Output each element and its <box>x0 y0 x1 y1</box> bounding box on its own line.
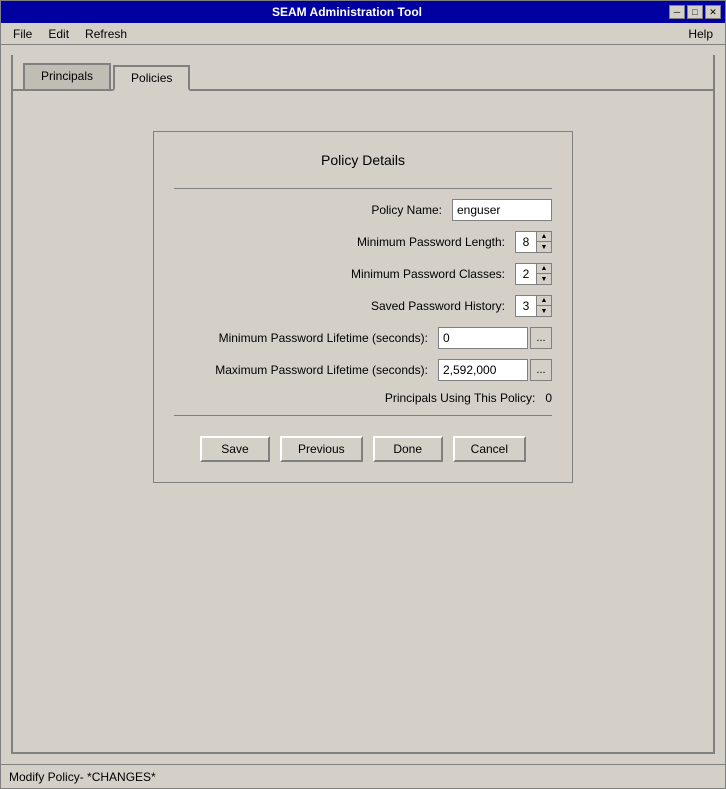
min-password-length-down[interactable]: ▼ <box>537 242 551 252</box>
app-icon <box>5 4 21 20</box>
policy-name-input[interactable] <box>452 199 552 221</box>
min-password-lifetime-row: Minimum Password Lifetime (seconds): ... <box>174 327 552 349</box>
saved-password-history-label: Saved Password History: <box>174 299 515 313</box>
min-password-classes-label: Minimum Password Classes: <box>174 267 515 281</box>
min-password-length-up[interactable]: ▲ <box>537 232 551 242</box>
menu-bar: File Edit Refresh Help <box>1 23 725 45</box>
saved-password-history-value: 3 <box>516 297 536 315</box>
policy-name-row: Policy Name: <box>174 199 552 221</box>
main-content: Principals Policies Policy Details Polic… <box>1 45 725 764</box>
tabs-container: Principals Policies Policy Details Polic… <box>11 55 715 754</box>
divider-bottom <box>174 415 552 416</box>
main-window: SEAM Administration Tool ─ □ ✕ File Edit… <box>0 0 726 789</box>
max-password-lifetime-row: Maximum Password Lifetime (seconds): ... <box>174 359 552 381</box>
done-button[interactable]: Done <box>373 436 443 462</box>
status-text: Modify Policy- *CHANGES* <box>9 770 156 784</box>
min-password-length-label: Minimum Password Length: <box>174 235 515 249</box>
saved-password-history-up[interactable]: ▲ <box>537 296 551 306</box>
tab-bar: Principals Policies <box>13 55 713 91</box>
button-row: Save Previous Done Cancel <box>174 436 552 462</box>
window-controls: ─ □ ✕ <box>669 5 721 19</box>
min-password-length-value: 8 <box>516 233 536 251</box>
min-password-length-spinner: 8 ▲ ▼ <box>515 231 552 253</box>
cancel-button[interactable]: Cancel <box>453 436 526 462</box>
max-password-lifetime-label: Maximum Password Lifetime (seconds): <box>174 363 438 377</box>
save-button[interactable]: Save <box>200 436 270 462</box>
min-password-length-row: Minimum Password Length: 8 ▲ ▼ <box>174 231 552 253</box>
previous-button[interactable]: Previous <box>280 436 363 462</box>
max-password-lifetime-input[interactable] <box>438 359 528 381</box>
saved-password-history-spinner: 3 ▲ ▼ <box>515 295 552 317</box>
close-button[interactable]: ✕ <box>705 5 721 19</box>
minimize-button[interactable]: ─ <box>669 5 685 19</box>
policy-details-card: Policy Details Policy Name: Minimum Pass… <box>153 131 573 483</box>
maximize-button[interactable]: □ <box>687 5 703 19</box>
menu-edit[interactable]: Edit <box>40 25 77 43</box>
menu-help[interactable]: Help <box>680 25 721 43</box>
title-bar: SEAM Administration Tool ─ □ ✕ <box>1 1 725 23</box>
min-password-classes-row: Minimum Password Classes: 2 ▲ ▼ <box>174 263 552 285</box>
principals-using-label: Principals Using This Policy: <box>174 391 545 405</box>
status-bar: Modify Policy- *CHANGES* <box>1 764 725 788</box>
min-password-lifetime-ellipsis[interactable]: ... <box>530 327 552 349</box>
menu-refresh[interactable]: Refresh <box>77 25 135 43</box>
min-password-classes-up[interactable]: ▲ <box>537 264 551 274</box>
min-password-classes-down[interactable]: ▼ <box>537 274 551 284</box>
principals-using-value: 0 <box>545 391 552 405</box>
tab-principals[interactable]: Principals <box>23 63 111 89</box>
saved-password-history-down[interactable]: ▼ <box>537 306 551 316</box>
min-password-lifetime-container: ... <box>438 327 552 349</box>
max-password-lifetime-container: ... <box>438 359 552 381</box>
min-password-lifetime-input[interactable] <box>438 327 528 349</box>
policy-name-label: Policy Name: <box>174 203 452 217</box>
menu-file[interactable]: File <box>5 25 40 43</box>
tab-content-policies: Policy Details Policy Name: Minimum Pass… <box>13 91 713 752</box>
saved-password-history-arrows: ▲ ▼ <box>536 296 551 316</box>
min-password-lifetime-label: Minimum Password Lifetime (seconds): <box>174 331 438 345</box>
tab-policies[interactable]: Policies <box>113 65 190 91</box>
policy-details-title: Policy Details <box>174 152 552 168</box>
min-password-length-arrows: ▲ ▼ <box>536 232 551 252</box>
window-title: SEAM Administration Tool <box>25 5 669 19</box>
principals-using-row: Principals Using This Policy: 0 <box>174 391 552 405</box>
min-password-classes-value: 2 <box>516 265 536 283</box>
divider-top <box>174 188 552 189</box>
min-password-classes-arrows: ▲ ▼ <box>536 264 551 284</box>
max-password-lifetime-ellipsis[interactable]: ... <box>530 359 552 381</box>
min-password-classes-spinner: 2 ▲ ▼ <box>515 263 552 285</box>
saved-password-history-row: Saved Password History: 3 ▲ ▼ <box>174 295 552 317</box>
